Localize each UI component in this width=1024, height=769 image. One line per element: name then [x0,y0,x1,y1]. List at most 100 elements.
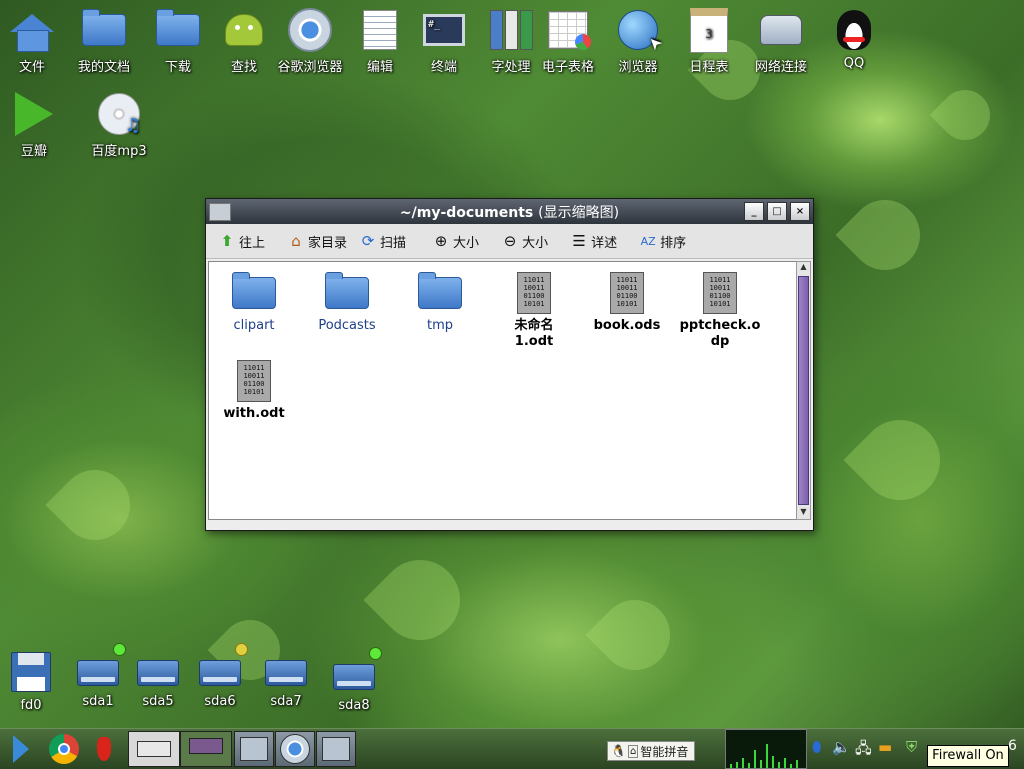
maximize-button[interactable]: □ [767,202,787,221]
vertical-scrollbar[interactable]: ▲ ▼ [796,261,811,520]
fern-leaf [835,185,935,285]
file-manager-icon[interactable] [209,202,231,221]
window-controls: _ □ × [744,202,810,221]
zoom-out-button[interactable]: ⊖ 大小 [495,229,554,254]
chrome-icon [49,734,79,764]
up-button[interactable]: ⬆ 往上 [212,229,271,254]
fern-leaf [45,455,145,555]
task-file-manager-2[interactable] [316,731,356,767]
spreadsheet-icon [546,8,591,52]
desktop-icon-douban[interactable]: 豆瓣 [0,92,74,159]
scan-button[interactable]: ⟳ 扫描 [353,229,412,254]
window-title: ~/my-documents (显示缩略图) [206,202,813,222]
zoom-in-button[interactable]: ⊕ 大小 [426,229,485,254]
terminal-icon: #_ [422,8,466,52]
desktop-icon-label: 百度mp3 [91,144,147,159]
music-disc-icon [97,92,141,136]
details-button[interactable]: ☰ 详述 [564,229,623,254]
refresh-icon: ⟳ [361,232,375,250]
window-titlebar[interactable]: ~/my-documents (显示缩略图) _ □ × [206,199,813,224]
desktop-icon-network[interactable]: 网络连接 [741,8,821,75]
battery-icon[interactable]: ▬ [878,738,892,756]
file-item-document[interactable]: 11011 10011 01100 10101 pptcheck.odp [675,268,765,350]
desktop-icon-my-documents[interactable]: 我的文档 [64,8,144,75]
start-menu-button[interactable] [4,732,38,766]
desktop-icon-label: QQ [843,56,865,71]
task-file-manager[interactable] [234,731,274,767]
desktop-icon-calendar[interactable]: 3 日程表 [669,7,749,75]
file-name: book.ods [593,318,661,333]
desktop-icon-label: 网络连接 [754,60,807,75]
file-name: 未命名1.odt [514,318,554,349]
shield-icon[interactable]: ⛨ [906,738,917,756]
desktop-icon-label: 文件 [18,60,45,75]
desktop-icon-browser[interactable]: 浏览器 [598,8,678,75]
hard-drive-icon [136,646,180,690]
desktop-icon-spreadsheet[interactable]: 电子表格 [528,8,608,75]
file-item-folder[interactable]: tmp [395,268,485,333]
fern-leaf [843,403,957,517]
calendar-icon: 3 [687,7,731,53]
desktop-icon-chrome[interactable]: 谷歌浏览器 [270,8,350,75]
file-view[interactable]: clipart Podcasts tmp 11011 10011 01100 1010… [208,261,798,520]
firewall-tooltip: Firewall On [927,745,1009,767]
file-manager-window[interactable]: ~/my-documents (显示缩略图) _ □ × ⬆ 往上 ⌂ 家目录 … [205,198,814,531]
file-name: pptcheck.odp [679,318,761,349]
workspace-2[interactable] [180,731,232,767]
desktop-icon-label: 电子表格 [541,60,594,75]
home-button[interactable]: ⌂ 家目录 [281,229,353,254]
fern-leaf [363,543,477,657]
input-method-indicator[interactable]: 🐧 ⌂ 智能拼音 [607,741,695,761]
desktop-icon-baidu-mp3[interactable]: 百度mp3 [79,92,159,159]
bluetooth-icon[interactable]: ⬮ [812,738,821,756]
details-button-label: 详述 [591,235,618,251]
chrome-launcher[interactable] [46,732,82,766]
file-name: tmp [426,318,453,333]
file-item-document[interactable]: 11011 10011 01100 10101 book.ods [582,268,672,334]
zoom-out-icon: ⊖ [503,232,517,250]
file-item-folder[interactable]: Podcasts [302,268,392,333]
window-title-path: ~/my-documents [399,204,534,221]
workspace-1[interactable] [128,731,180,767]
zoom-out-label: 大小 [522,235,549,251]
notepad-icon [358,8,402,52]
scrollbar-thumb[interactable] [798,276,809,505]
clock[interactable]: 6 [1008,738,1017,754]
minimize-button[interactable]: _ [744,202,764,221]
zoom-in-icon: ⊕ [434,232,448,250]
chrome-icon [288,8,332,52]
folder-icon [395,268,485,318]
drive-sda8[interactable]: sda8 [314,647,394,713]
file-manager-icon [240,737,268,761]
scroll-up-arrow[interactable]: ▲ [797,262,810,274]
start-menu-icon [13,735,29,763]
desktop-icon-label: 我的文档 [77,60,130,75]
pepper-launcher[interactable] [92,732,116,766]
binary-document-icon: 11011 10011 01100 10101 [582,268,672,318]
folder-icon [209,268,299,318]
cpu-monitor-graph[interactable] [725,729,807,769]
mounted-status-icon [369,647,382,660]
folder-icon [82,8,126,52]
close-button[interactable]: × [790,202,810,221]
task-chrome[interactable] [275,731,315,767]
up-button-label: 往上 [239,235,266,251]
binary-document-icon: 11011 10011 01100 10101 [209,356,299,406]
desktop-icon-label: 日程表 [689,60,729,75]
volume-icon[interactable]: 🔈 [832,738,851,756]
play-icon [12,92,56,136]
sort-icon: AZ [640,234,656,248]
desktop-icon-files[interactable]: 文件 [0,8,72,75]
file-item-document[interactable]: 11011 10011 01100 10101 with.odt [209,356,299,422]
file-name: with.odt [223,406,285,421]
scroll-down-arrow[interactable]: ▼ [797,507,810,519]
file-manager-icon [322,737,350,761]
desktop-icon-qq[interactable]: QQ [814,8,894,71]
file-item-folder[interactable]: clipart [209,268,299,333]
telephone-icon [759,8,803,52]
sort-button[interactable]: AZ 排序 [633,229,692,254]
window-title-mode: (显示缩略图) [538,204,620,221]
globe-icon [616,8,660,52]
file-item-document[interactable]: 11011 10011 01100 10101 未命名1.odt [489,268,579,350]
network-icon[interactable]: 🖧 [855,738,872,763]
